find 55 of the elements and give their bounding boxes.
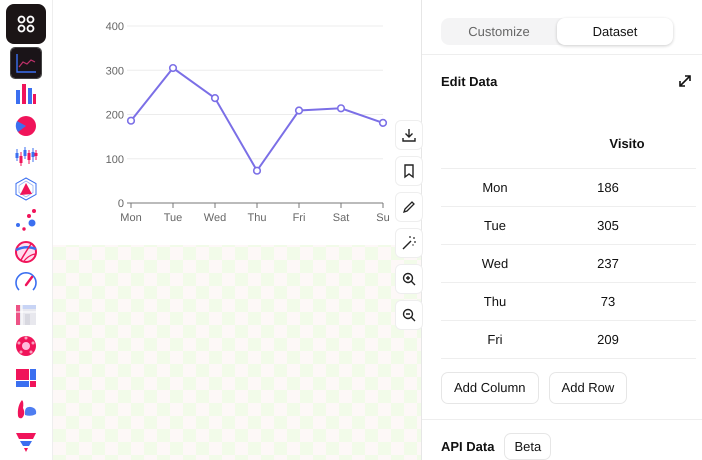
table-cell-text: 237 xyxy=(596,256,620,271)
table-cell-text: 305 xyxy=(596,218,620,233)
radar-chart-icon xyxy=(13,176,40,202)
zoom-out-icon xyxy=(401,307,418,323)
axis-label: 0 xyxy=(118,198,124,210)
axis-label: Thu xyxy=(248,212,267,224)
table-cell-text: Wed xyxy=(480,256,510,271)
table-cell-text: Thu xyxy=(482,294,508,309)
app-grid-icon xyxy=(16,14,36,34)
data-point xyxy=(127,116,136,125)
section-title: Edit Data xyxy=(441,74,498,89)
zoom-out-button[interactable] xyxy=(395,300,424,330)
table-cell-text: Tue xyxy=(483,218,507,233)
table-cell-text: Mon xyxy=(481,180,509,195)
table-cell-text: Fri xyxy=(486,332,504,347)
axis-label: Mon xyxy=(120,212,142,224)
download-icon xyxy=(401,127,418,143)
axis-label: Tue xyxy=(164,212,183,224)
data-point xyxy=(337,104,346,112)
column-header: Visito xyxy=(608,136,646,151)
axis-label: Su xyxy=(376,212,390,224)
axis-label: 400 xyxy=(106,21,124,33)
chart-type-button[interactable] xyxy=(11,48,42,78)
section-title: API Data xyxy=(441,439,494,454)
data-point xyxy=(169,64,178,72)
add-button[interactable]: Add Row xyxy=(548,372,628,404)
apps-button[interactable] xyxy=(6,4,46,44)
data-point xyxy=(253,166,262,175)
data-point xyxy=(295,106,304,115)
bookmark-button[interactable] xyxy=(395,156,424,186)
axis-label: 300 xyxy=(106,65,124,78)
axis-label: Sat xyxy=(333,212,350,224)
globe-icon xyxy=(13,238,40,265)
download-button[interactable] xyxy=(395,120,424,150)
axis-label: 200 xyxy=(106,110,124,122)
magic-wand-icon xyxy=(401,235,418,251)
pencil-icon xyxy=(401,199,418,215)
magic-button[interactable] xyxy=(395,228,424,258)
zoom-in-button[interactable] xyxy=(395,264,424,294)
axis-label: Wed xyxy=(204,212,227,224)
expand-button[interactable] xyxy=(678,74,692,88)
expand-icon xyxy=(678,74,692,88)
add-button[interactable]: Add Column xyxy=(441,372,539,404)
table-cell-text: 209 xyxy=(596,332,620,347)
table-cell-text: 186 xyxy=(596,180,620,195)
data-point xyxy=(211,94,220,102)
axis-label: Fri xyxy=(292,212,306,224)
beta-badge: Beta xyxy=(504,433,552,460)
edit-button[interactable] xyxy=(395,192,424,222)
table-cell-text: 73 xyxy=(600,294,616,309)
tab[interactable]: Dataset xyxy=(557,18,673,45)
data-point xyxy=(379,118,388,127)
tab[interactable]: Customize xyxy=(441,18,557,45)
axis-label: 100 xyxy=(106,154,124,166)
zoom-in-icon xyxy=(401,271,418,287)
